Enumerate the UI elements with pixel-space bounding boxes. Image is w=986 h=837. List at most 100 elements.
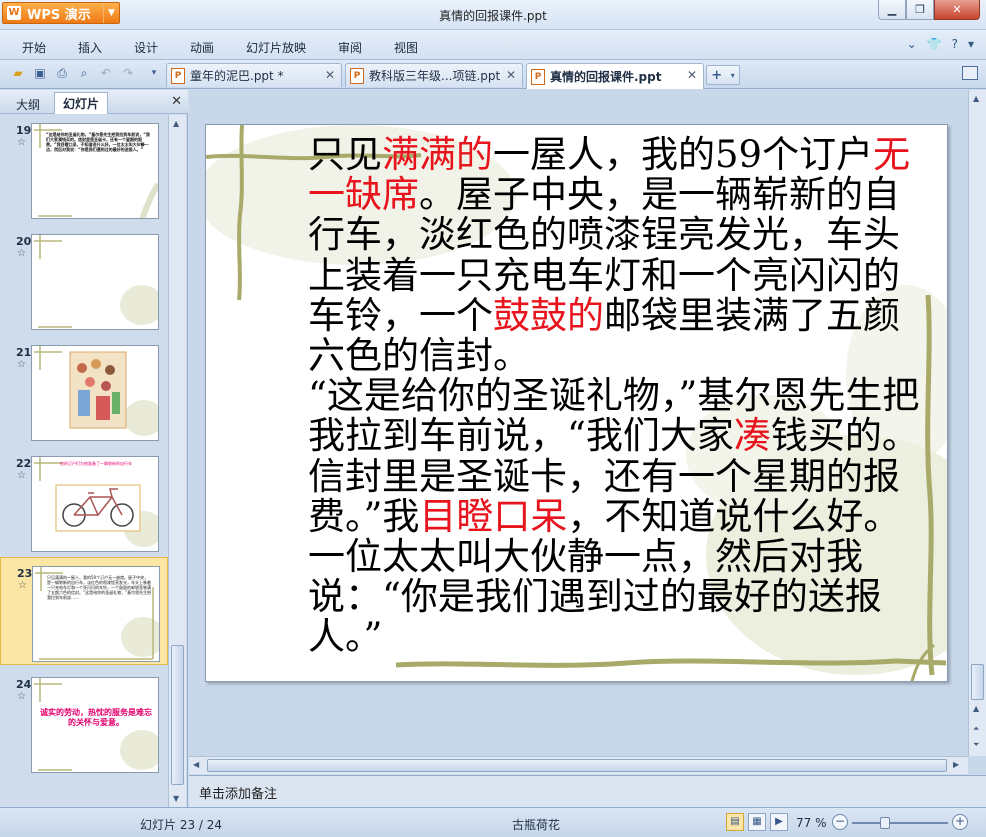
thumbnail-scrollbar[interactable]: ▲ ▼ — [168, 115, 186, 807]
undo-icon[interactable]: ↶ — [98, 65, 114, 81]
tab-close-icon[interactable]: ✕ — [506, 68, 516, 82]
print-icon[interactable]: ⎙ — [54, 65, 70, 81]
window-layout-icon[interactable] — [962, 66, 978, 80]
crowd-illustration — [34, 346, 158, 436]
editor-horizontal-scrollbar[interactable]: ◀ ▶ — [189, 756, 968, 774]
zoom-slider-handle[interactable] — [880, 817, 890, 829]
highlight-text: 目瞪口呆 — [419, 494, 568, 538]
scroll-up-icon[interactable]: ▲ — [973, 704, 979, 713]
tab-close-icon[interactable]: ✕ — [687, 68, 697, 82]
tab-document-2[interactable]: P 教科版三年级...项链.ppt ✕ — [345, 63, 523, 87]
slide-number: 19 — [16, 124, 32, 137]
slide-thumbnail-21[interactable]: 21 ☆ — [0, 337, 168, 445]
thumbnail-image: 他的订户们为他准备了一辆崭新的自行车 — [31, 456, 159, 552]
slide-sorter-icon[interactable]: ▦ — [748, 813, 766, 831]
scroll-down-icon[interactable]: ▼ — [173, 794, 179, 803]
skin-icon[interactable]: 👕 — [927, 37, 942, 51]
thumbnail-text: 诚实的劳动，热忱的服务是难忘的关怀与爱意。 — [40, 708, 152, 727]
slide-thumbnail-list: 19 ☆ “这是给你的圣诞礼物，”基尔恩先生把我拉到车前说，“我们大家凑钱买的。… — [0, 115, 168, 807]
theme-name: 古瓶荷花 — [512, 818, 561, 832]
menu-slideshow[interactable]: 幻灯片放映 — [246, 39, 306, 56]
scrollbar-thumb[interactable] — [171, 645, 184, 785]
animation-star-icon: ☆ — [18, 580, 27, 591]
paragraph-2: “这是给你的圣诞礼物，”基尔恩先生把我拉到车前说，“我们大家凑钱买的。信封里是圣… — [242, 376, 922, 657]
menu-bar: 开始 插入 设计 动画 幻灯片放映 审阅 视图 ⌄ 👕 ? ▾ — [0, 30, 986, 60]
redo-icon[interactable]: ↷ — [120, 65, 136, 81]
panel-tabs: 大纲 幻灯片 ✕ — [0, 90, 188, 114]
thumbnail-image — [31, 234, 159, 330]
window-controls: ▁ ❐ ✕ — [878, 0, 980, 20]
plus-icon: + — [711, 67, 723, 83]
menu-review[interactable]: 审阅 — [338, 39, 362, 56]
zoom-slider-track[interactable] — [852, 822, 948, 824]
scrollbar-thumb[interactable] — [207, 759, 947, 772]
scrollbar-thumb[interactable] — [971, 664, 984, 700]
tab-close-icon[interactable]: ✕ — [325, 68, 335, 82]
slide-thumbnail-22[interactable]: 22 ☆ 他的订户们为他准备了一辆崭新的自行车 — [0, 448, 168, 556]
document-tab-bar: ▰ ▣ ⎙ ⌕ ↶ ↷ ▾ P 童年的泥巴.ppt * ✕ P 教科版三年级..… — [0, 60, 986, 89]
close-button[interactable]: ✕ — [934, 0, 980, 20]
slideshow-icon[interactable]: ▶ — [770, 813, 788, 831]
slide-thumbnail-20[interactable]: 20 ☆ — [0, 226, 168, 334]
menu-insert[interactable]: 插入 — [78, 39, 102, 56]
collapse-ribbon-icon[interactable]: ⌄ — [907, 37, 917, 51]
current-slide[interactable]: 只见满满的一屋人，我的59个订户无一缺席。屋子中央，是一辆崭新的自行车，淡红色的… — [205, 124, 948, 682]
slide-number: 22 — [16, 457, 32, 470]
text-run: 一屋人，我的59个订户 — [493, 133, 874, 176]
thumbnail-image — [31, 345, 159, 441]
slide-thumbnail-19[interactable]: 19 ☆ “这是给你的圣诞礼物，”基尔恩先生把我拉到车前说，“我们大家凑钱买的。… — [0, 115, 168, 223]
slide-editor: 只见满满的一屋人，我的59个订户无一缺席。屋子中央，是一辆崭新的自行车，淡红色的… — [189, 90, 986, 774]
customize-toolbar-icon[interactable]: ▾ — [146, 65, 162, 81]
highlight-text: 满满的 — [382, 133, 493, 176]
scroll-up-icon[interactable]: ▲ — [973, 94, 979, 103]
animation-star-icon: ☆ — [17, 248, 26, 259]
print-preview-icon[interactable]: ⌕ — [76, 65, 92, 81]
slide-number: 23 — [17, 567, 33, 580]
menu-animation[interactable]: 动画 — [190, 39, 214, 56]
thumbnail-text: “这是给你的圣诞礼物，”基尔恩先生把我拉到车前说，“我们大家凑钱买的。信封里是圣… — [46, 132, 150, 152]
slide-thumbnail-23[interactable]: 23 ☆ 只见满满的一屋人，我的59个订户无一缺席。屋子中央，是一辆崭新的自行车… — [0, 557, 168, 665]
maximize-button[interactable]: ❐ — [906, 0, 934, 20]
highlight-text: 凑 — [733, 414, 771, 458]
scroll-left-icon[interactable]: ◀ — [193, 760, 199, 769]
slide-thumbnail-24[interactable]: 24 ☆ 诚实的劳动，热忱的服务是难忘的关怀与爱意。 — [0, 669, 168, 777]
notes-pane[interactable]: 单击添加备注 — [189, 775, 986, 807]
new-tab-button[interactable]: + ▾ — [706, 65, 740, 85]
normal-view-icon[interactable]: ▤ — [726, 813, 744, 831]
zoom-out-icon[interactable]: − — [832, 814, 848, 830]
thumbnail-text: 他的订户们为他准备了一辆崭新的自行车 — [60, 461, 132, 466]
next-slide-icon[interactable]: ⏷ — [973, 740, 979, 750]
tab-slides[interactable]: 幻灯片 — [54, 92, 109, 114]
open-folder-icon[interactable]: ▰ — [10, 65, 26, 81]
menu-view[interactable]: 视图 — [394, 39, 418, 56]
tab-document-1[interactable]: P 童年的泥巴.ppt * ✕ — [166, 63, 342, 87]
ppt-file-icon: P — [350, 67, 364, 84]
zoom-in-icon[interactable]: + — [952, 814, 968, 830]
animation-star-icon: ☆ — [17, 137, 26, 148]
save-icon[interactable]: ▣ — [32, 65, 48, 81]
chevron-down-icon[interactable]: ▾ — [968, 37, 974, 51]
menu-home[interactable]: 开始 — [22, 39, 46, 56]
previous-slide-icon[interactable]: ⏶ — [973, 724, 979, 734]
close-icon[interactable]: ✕ — [171, 94, 182, 109]
tab-document-3[interactable]: P 真情的回报课件.ppt ✕ — [526, 63, 704, 89]
minimize-button[interactable]: ▁ — [878, 0, 906, 20]
tab-label: 童年的泥巴.ppt * — [190, 69, 284, 83]
thumbnail-text: 只见满满的一屋人，我的59个订户无一缺席。屋子中央，是一辆崭新的自行车，淡红色的… — [47, 575, 152, 600]
zoom-level[interactable]: 77 % — [796, 816, 827, 830]
tab-label: 真情的回报课件.ppt — [550, 70, 662, 84]
scroll-up-icon[interactable]: ▲ — [173, 119, 179, 128]
editor-vertical-scrollbar[interactable]: ▲ ▲ ⏶ ⏷ — [968, 90, 986, 756]
floral-decoration — [34, 235, 158, 328]
menu-design[interactable]: 设计 — [134, 39, 158, 56]
help-icon[interactable]: ? — [952, 37, 958, 51]
slide-body-text[interactable]: 只见满满的一屋人，我的59个订户无一缺席。屋子中央，是一辆崭新的自行车，淡红色的… — [242, 133, 922, 658]
thumbnail-image: 只见满满的一屋人，我的59个订户无一缺席。屋子中央，是一辆崭新的自行车，淡红色的… — [32, 566, 160, 662]
tab-outline[interactable]: 大纲 — [8, 94, 48, 114]
notes-placeholder[interactable]: 单击添加备注 — [199, 783, 277, 802]
window-title: 真情的回报课件.ppt — [439, 9, 547, 23]
scroll-right-icon[interactable]: ▶ — [953, 760, 959, 769]
thumbnail-image: 诚实的劳动，热忱的服务是难忘的关怀与爱意。 — [31, 677, 159, 773]
highlight-text: 鼓鼓的 — [493, 293, 604, 337]
slide-number: 21 — [16, 346, 32, 359]
